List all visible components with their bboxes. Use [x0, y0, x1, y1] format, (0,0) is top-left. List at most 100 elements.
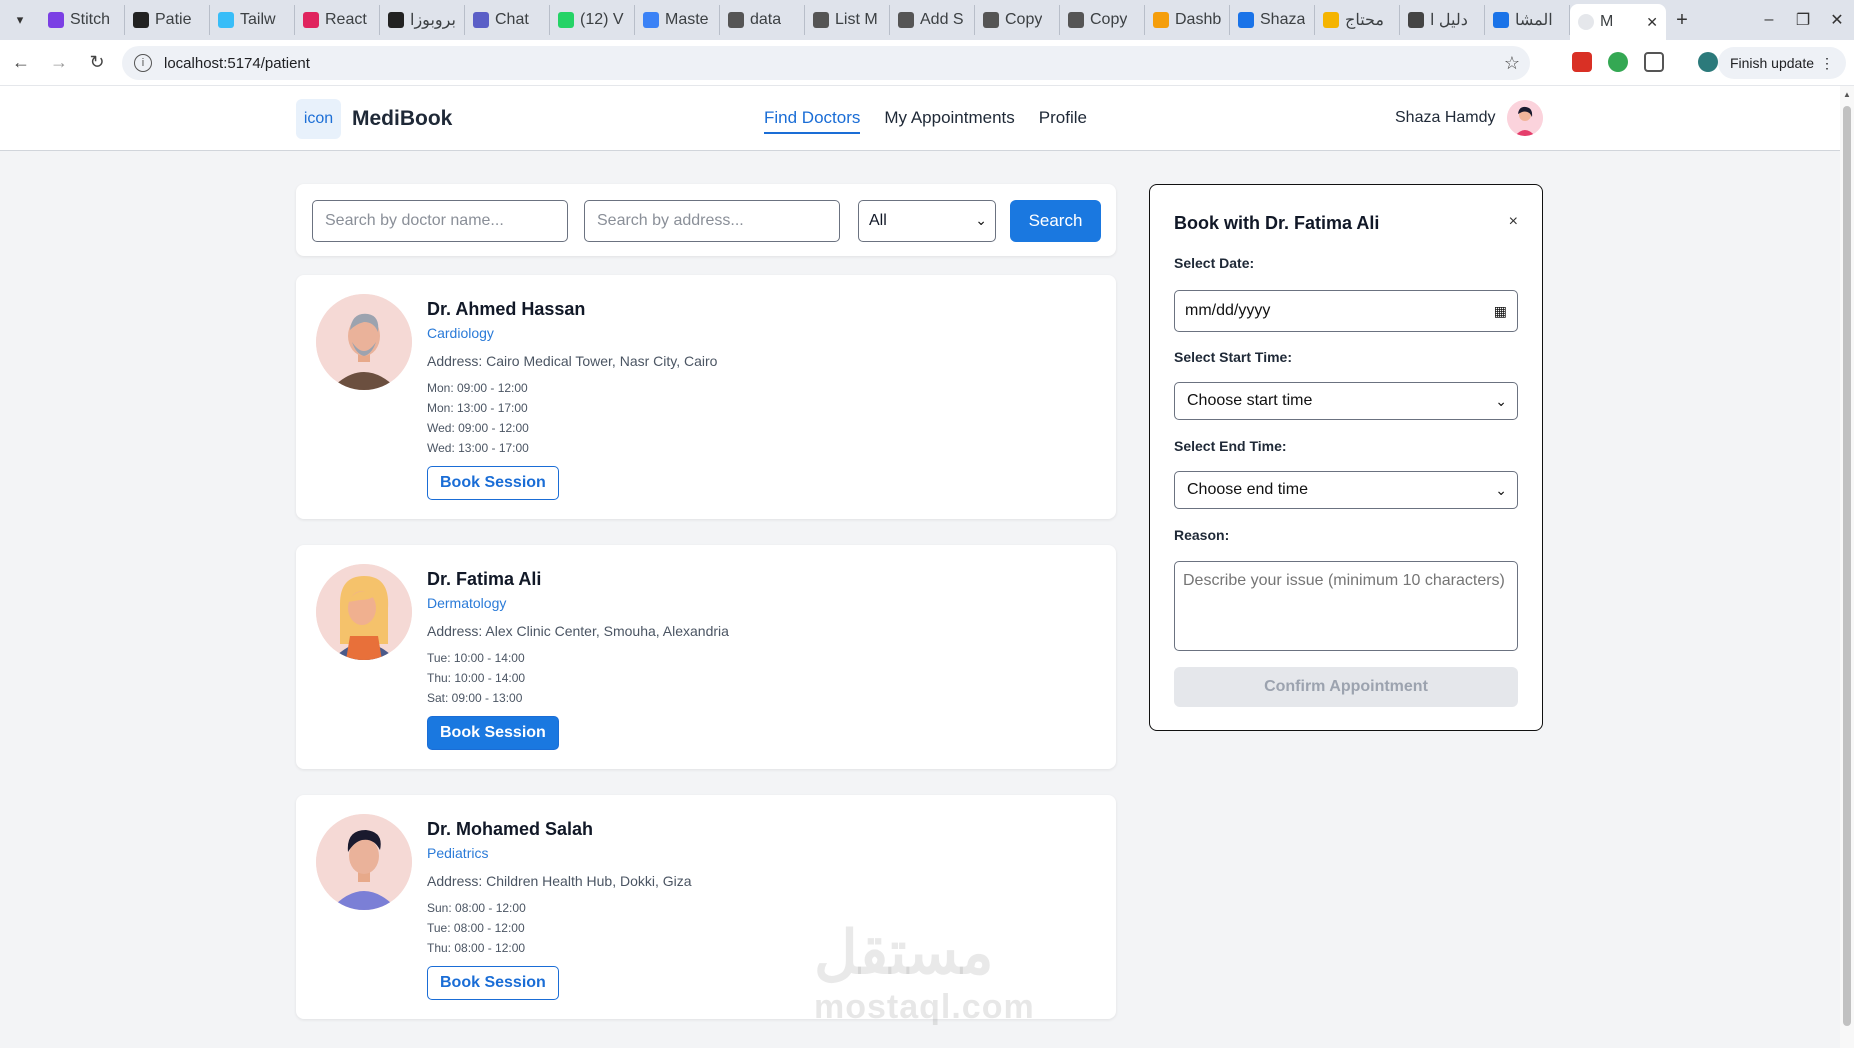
tab-favicon-icon: [1323, 12, 1339, 28]
tab-favicon-icon: [1238, 12, 1254, 28]
page-scrollbar[interactable]: ▲: [1840, 86, 1854, 1048]
scroll-up-icon[interactable]: ▲: [1843, 90, 1851, 99]
doctor-name: Dr. Ahmed Hassan: [427, 299, 586, 319]
doctor-name-search-input[interactable]: [312, 200, 568, 242]
extension-red-icon[interactable]: [1572, 52, 1592, 72]
tab-title: Maste: [665, 11, 709, 28]
brand-name[interactable]: MediBook: [352, 107, 452, 131]
browser-tab-active[interactable]: M ✕: [1570, 4, 1666, 40]
doctor-specialty: Cardiology: [427, 325, 494, 341]
close-tab-icon[interactable]: ✕: [1646, 14, 1658, 31]
user-name[interactable]: Shaza Hamdy: [1395, 109, 1496, 127]
browser-tab[interactable]: المشا: [1485, 5, 1570, 35]
book-session-button[interactable]: Book Session: [427, 466, 559, 500]
back-icon[interactable]: ←: [4, 46, 38, 80]
tab-title: دليل ا: [1430, 12, 1468, 29]
main-nav: Find Doctors My Appointments Profile: [764, 108, 1087, 134]
finish-update-button[interactable]: Finish update ⋮: [1717, 47, 1846, 79]
extensions-puzzle-icon[interactable]: [1644, 52, 1664, 72]
site-info-icon[interactable]: i: [134, 54, 152, 72]
reason-label: Reason:: [1174, 527, 1230, 543]
start-time-label: Select Start Time:: [1174, 349, 1293, 365]
schedule-slot: Wed: 13:00 - 17:00: [427, 441, 529, 455]
schedule-slot: Wed: 09:00 - 12:00: [427, 421, 529, 435]
search-button[interactable]: Search: [1010, 200, 1101, 242]
specialty-filter-select[interactable]: All ⌄: [858, 200, 996, 242]
chevron-down-icon: ⌄: [975, 212, 987, 228]
tab-favicon-icon: [473, 12, 489, 28]
tab-favicon-icon: [1408, 12, 1424, 28]
schedule-slot: Tue: 10:00 - 14:00: [427, 651, 525, 665]
book-session-button[interactable]: Book Session: [427, 716, 559, 750]
date-input[interactable]: mm/dd/yyyy ▦: [1174, 290, 1518, 332]
browser-tab[interactable]: Tailw: [210, 5, 295, 35]
browser-tab[interactable]: بروبوزا: [380, 5, 465, 35]
scroll-thumb[interactable]: [1843, 106, 1851, 1026]
search-bar: All ⌄ Search: [296, 184, 1116, 256]
date-value: mm/dd/yyyy: [1185, 302, 1271, 319]
extension-green-icon[interactable]: [1608, 52, 1628, 72]
calendar-icon[interactable]: ▦: [1494, 303, 1507, 320]
user-avatar[interactable]: [1507, 100, 1543, 136]
doctor-specialty: Pediatrics: [427, 845, 489, 861]
end-time-select[interactable]: Choose end time ⌄: [1174, 471, 1518, 509]
tab-search-chevron-icon[interactable]: ▾: [0, 0, 40, 40]
browser-tab[interactable]: Chat: [465, 5, 550, 35]
doctor-card-fatima-ali: Dr. Fatima Ali Dermatology Address: Alex…: [296, 545, 1116, 769]
browser-tab[interactable]: (12) V: [550, 5, 635, 35]
book-session-button[interactable]: Book Session: [427, 966, 559, 1000]
browser-tab[interactable]: Dashb: [1145, 5, 1230, 35]
tab-favicon-icon: [388, 12, 404, 28]
doctor-name: Dr. Fatima Ali: [427, 569, 542, 589]
profile-avatar-icon[interactable]: [1698, 52, 1718, 72]
start-time-select[interactable]: Choose start time ⌄: [1174, 382, 1518, 420]
restore-icon[interactable]: ❐: [1786, 10, 1820, 30]
reason-textarea[interactable]: [1174, 561, 1518, 651]
address-bar[interactable]: i localhost:5174/patient ☆: [122, 46, 1530, 80]
close-window-icon[interactable]: ✕: [1820, 10, 1854, 30]
window-controls: – ❐ ✕: [1752, 0, 1854, 40]
minimize-icon[interactable]: –: [1752, 11, 1786, 29]
bookmark-star-icon[interactable]: ☆: [1504, 53, 1520, 74]
schedule-slot: Sun: 08:00 - 12:00: [427, 901, 526, 915]
doctor-schedule: Tue: 10:00 - 14:00 Thu: 10:00 - 14:00 Sa…: [427, 648, 525, 708]
forward-icon[interactable]: →: [42, 46, 76, 80]
nav-find-doctors[interactable]: Find Doctors: [764, 108, 861, 134]
end-time-label: Select End Time:: [1174, 438, 1287, 454]
browser-tab[interactable]: Copy: [1060, 5, 1145, 35]
tab-title: Add S: [920, 11, 964, 28]
booking-panel: Book with Dr. Fatima Ali × Select Date: …: [1149, 184, 1543, 731]
browser-tab[interactable]: List M: [805, 5, 890, 35]
tab-title: (12) V: [580, 11, 624, 28]
browser-tab[interactable]: data: [720, 5, 805, 35]
nav-my-appointments[interactable]: My Appointments: [884, 108, 1014, 134]
browser-tab[interactable]: React: [295, 5, 380, 35]
start-time-value: Choose start time: [1187, 392, 1313, 409]
new-tab-button[interactable]: +: [1666, 9, 1698, 32]
tab-title: Stitch: [70, 11, 111, 28]
address-search-input[interactable]: [584, 200, 840, 242]
browser-tab[interactable]: محتاج: [1315, 5, 1400, 35]
browser-tab[interactable]: Maste: [635, 5, 720, 35]
nav-profile[interactable]: Profile: [1039, 108, 1087, 134]
confirm-appointment-button[interactable]: Confirm Appointment: [1174, 667, 1518, 707]
date-label: Select Date:: [1174, 255, 1255, 271]
reload-icon[interactable]: ↻: [80, 46, 114, 80]
tab-favicon-icon: [1153, 12, 1169, 28]
browser-tab[interactable]: Stitch: [40, 5, 125, 35]
close-icon[interactable]: ×: [1509, 213, 1518, 231]
browser-tab[interactable]: Add S: [890, 5, 975, 35]
tab-title: React: [325, 11, 367, 28]
doctor-schedule: Mon: 09:00 - 12:00 Mon: 13:00 - 17:00 We…: [427, 378, 529, 458]
browser-tab[interactable]: دليل ا: [1400, 5, 1485, 35]
browser-tab[interactable]: Copy: [975, 5, 1060, 35]
schedule-slot: Thu: 08:00 - 12:00: [427, 941, 526, 955]
doctor-address: Address: Cairo Medical Tower, Nasr City,…: [427, 353, 718, 369]
doctor-schedule: Sun: 08:00 - 12:00 Tue: 08:00 - 12:00 Th…: [427, 898, 526, 958]
doctor-name: Dr. Mohamed Salah: [427, 819, 594, 839]
logo[interactable]: icon: [296, 99, 341, 139]
tab-title: Copy: [1090, 11, 1128, 28]
browser-tab[interactable]: Patie: [125, 5, 210, 35]
url-text: localhost:5174/patient: [164, 54, 310, 72]
browser-tab[interactable]: Shaza: [1230, 5, 1315, 35]
